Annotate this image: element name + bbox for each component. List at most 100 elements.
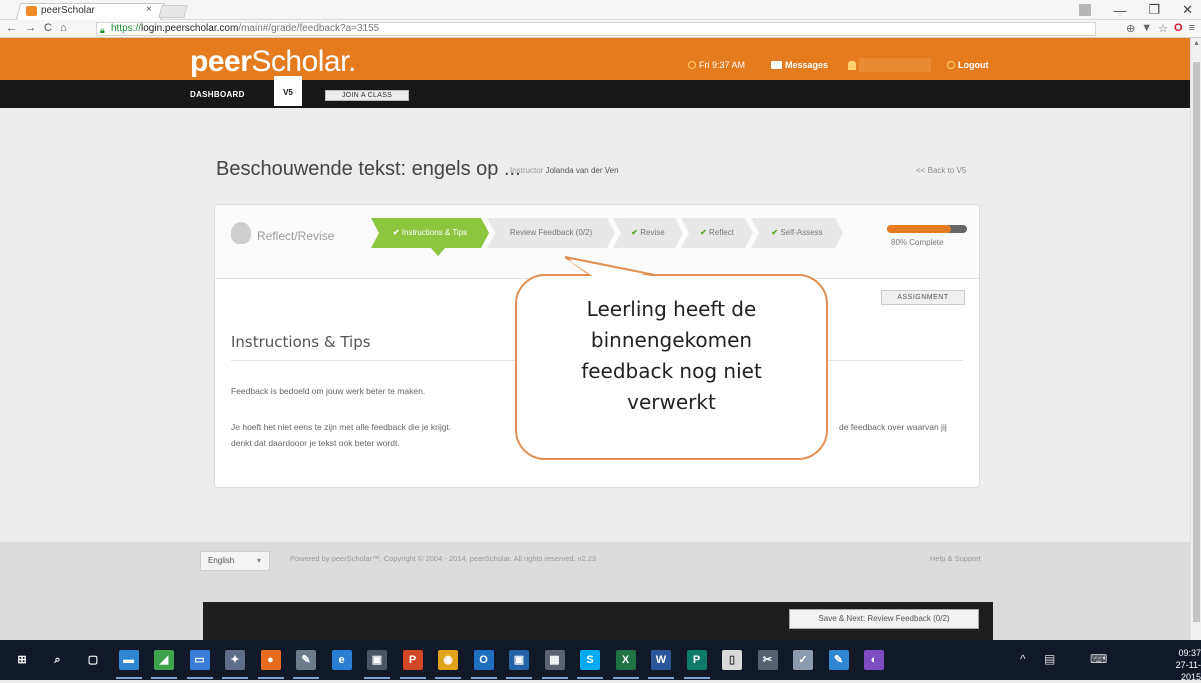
notification-icon[interactable]: ▤ bbox=[1044, 652, 1055, 666]
browser-tab-content[interactable]: peerScholar bbox=[26, 5, 95, 16]
publisher-icon[interactable]: P bbox=[686, 650, 707, 670]
zoom-icon[interactable]: ⊕ bbox=[1126, 22, 1135, 35]
peerscholar-logo[interactable]: peerScholar. bbox=[190, 45, 356, 78]
app-header: peerScholar. Fri 9:37 AM Messages Logout… bbox=[0, 38, 1190, 108]
check-icon: ✔ bbox=[392, 228, 400, 237]
reflect-revise-icon bbox=[231, 222, 251, 244]
network-icon[interactable]: ✦ bbox=[225, 650, 245, 670]
running-indicator bbox=[222, 677, 248, 679]
annotation-callout: Leerling heeft de binnengekomen feedback… bbox=[515, 274, 828, 460]
running-indicator bbox=[186, 677, 213, 679]
app-check-icon[interactable]: ✓ bbox=[793, 650, 813, 670]
browser-toolbar: ← → C ⌂ 🔒︎ https://login.peerscholar.com… bbox=[0, 20, 1201, 38]
back-link[interactable]: << Back to V5 bbox=[916, 166, 966, 175]
app-blue-icon[interactable]: ▣ bbox=[509, 650, 529, 670]
browser-menu-icon[interactable]: ≡ bbox=[1189, 22, 1195, 35]
tab-close-icon[interactable]: × bbox=[146, 4, 152, 15]
step-label: Reflect bbox=[709, 228, 734, 237]
step-instructions[interactable]: ✔ Instructions & Tips bbox=[371, 218, 489, 248]
file-explorer-icon[interactable]: ▬ bbox=[118, 650, 139, 670]
bookmark-star-icon[interactable]: ☆ bbox=[1158, 22, 1168, 35]
module-label: Reflect/Revise bbox=[257, 229, 335, 243]
assignment-button[interactable]: ASSIGNMENT bbox=[881, 290, 965, 305]
keyboard-icon[interactable]: ⌨ bbox=[1090, 652, 1107, 666]
start-icon[interactable]: ⊞ bbox=[12, 650, 32, 670]
excel-icon[interactable]: X bbox=[615, 650, 636, 670]
step-revise[interactable]: ✔ Revise bbox=[613, 218, 683, 248]
minimize-icon[interactable]: — bbox=[1113, 3, 1126, 18]
paint-icon[interactable]: ◢ bbox=[154, 650, 174, 670]
firefox-icon[interactable]: ● bbox=[260, 650, 281, 670]
step-reflect[interactable]: ✔ Reflect bbox=[681, 218, 753, 248]
browser-tab-strip: peerScholar × — ❐ ✕ bbox=[0, 0, 1201, 20]
lock-icon: 🔒︎ bbox=[100, 25, 105, 35]
logout-link[interactable]: Logout bbox=[947, 60, 989, 70]
windows-taskbar: ^ ▤ ⌨ 09:37 27-11-2015 ⊞ ⌕ ▢ ▬ ◢ ▭ ✦ ● ✎ e ▣ P ◉ O ▣ ▦ S… bbox=[0, 640, 1201, 683]
page-scrollbar[interactable]: ▲ bbox=[1190, 38, 1201, 640]
word-icon[interactable]: W bbox=[651, 650, 671, 670]
opera-icon[interactable]: O bbox=[1174, 22, 1183, 35]
taskbar-clock[interactable]: 09:37 27-11-2015 bbox=[1156, 647, 1201, 683]
running-indicator bbox=[577, 677, 603, 679]
save-next-button[interactable]: Save & Next: Review Feedback (0/2) bbox=[789, 609, 979, 629]
skype-icon[interactable]: S bbox=[580, 650, 600, 670]
progress-label: 80% Complete bbox=[891, 238, 944, 247]
forward-arrow-icon[interactable]: → bbox=[25, 22, 36, 34]
app-edit-icon[interactable]: ✎ bbox=[828, 650, 849, 670]
copyright-text: Powered by peerScholar™. Copyright © 200… bbox=[290, 554, 597, 563]
restore-icon[interactable]: ❐ bbox=[1148, 2, 1160, 18]
page-title: Beschouwende tekst: engels op ... bbox=[216, 158, 521, 180]
messages-label: Messages bbox=[785, 60, 829, 70]
step-label: Review Feedback (0/2) bbox=[509, 228, 593, 237]
filter-icon[interactable]: ▼ bbox=[1141, 22, 1152, 35]
new-tab-button[interactable] bbox=[158, 5, 188, 18]
window-controls: — ❐ ✕ bbox=[1079, 2, 1193, 18]
help-support-link[interactable]: Help & Support bbox=[930, 554, 981, 563]
paragraph-2-end: de feedback over waarvan jij bbox=[839, 422, 947, 432]
url-host: login.peerscholar.com bbox=[141, 23, 239, 34]
section-title: Instructions & Tips bbox=[231, 333, 371, 351]
join-class-button[interactable]: JOIN A CLASS bbox=[325, 90, 409, 101]
app-tool-icon[interactable]: ✂ bbox=[757, 650, 778, 670]
logo-bold: peer bbox=[190, 45, 252, 78]
url-path: /main#/grade/feedback?a=3155 bbox=[238, 23, 380, 34]
home-icon[interactable]: ⌂ bbox=[60, 22, 67, 34]
search-icon[interactable]: ⌕ bbox=[47, 650, 68, 670]
step-review-feedback[interactable]: Review Feedback (0/2) bbox=[487, 218, 615, 248]
tray-chevron-icon[interactable]: ^ bbox=[1020, 652, 1026, 666]
messages-link[interactable]: Messages bbox=[771, 60, 828, 70]
header-nav: Fri 9:37 AM Messages Logout bbox=[688, 58, 989, 72]
back-arrow-icon[interactable]: ← bbox=[6, 22, 17, 34]
powerpoint-icon[interactable]: P bbox=[402, 650, 423, 670]
app-purple-icon[interactable]: ◐ bbox=[864, 650, 884, 670]
chevron-down-icon: ▾ bbox=[256, 556, 261, 565]
callout-line: feedback nog niet bbox=[581, 359, 762, 383]
clock-time: 09:37 bbox=[1178, 648, 1201, 658]
tab-title: peerScholar bbox=[41, 5, 95, 16]
active-step-caret bbox=[431, 248, 445, 256]
user-name-redacted bbox=[859, 58, 932, 72]
peerscholar-favicon-icon bbox=[26, 5, 37, 16]
store-icon[interactable]: ▣ bbox=[367, 650, 387, 670]
task-view-icon[interactable]: ▢ bbox=[83, 650, 103, 670]
edge-icon[interactable]: e bbox=[331, 650, 352, 670]
user-profile-icon[interactable] bbox=[1079, 4, 1092, 16]
scroll-up-icon[interactable]: ▲ bbox=[1193, 40, 1200, 47]
user-menu[interactable] bbox=[848, 58, 932, 72]
chrome-icon[interactable]: ◉ bbox=[438, 650, 458, 670]
nav-dashboard[interactable]: DASHBOARD bbox=[190, 90, 245, 99]
callout-line: verwerkt bbox=[627, 390, 716, 414]
nav-current-class[interactable]: V5 bbox=[274, 76, 302, 106]
step-self-assess[interactable]: ✔ Self-Assess bbox=[751, 218, 843, 248]
step-label: Revise bbox=[640, 228, 665, 237]
address-bar[interactable]: 🔒︎ https://login.peerscholar.com/main#/g… bbox=[96, 22, 1096, 36]
reload-icon[interactable]: C bbox=[44, 22, 52, 34]
calculator-icon[interactable]: ▦ bbox=[544, 650, 565, 670]
language-select[interactable]: English ▾ bbox=[200, 551, 270, 571]
notepad-icon[interactable]: ▯ bbox=[722, 650, 742, 670]
close-window-icon[interactable]: ✕ bbox=[1182, 2, 1193, 18]
tool-icon[interactable]: ✎ bbox=[296, 650, 316, 670]
computer-icon[interactable]: ▭ bbox=[189, 650, 210, 670]
outlook-icon[interactable]: O bbox=[473, 650, 494, 670]
scrollbar-thumb[interactable] bbox=[1193, 62, 1200, 622]
